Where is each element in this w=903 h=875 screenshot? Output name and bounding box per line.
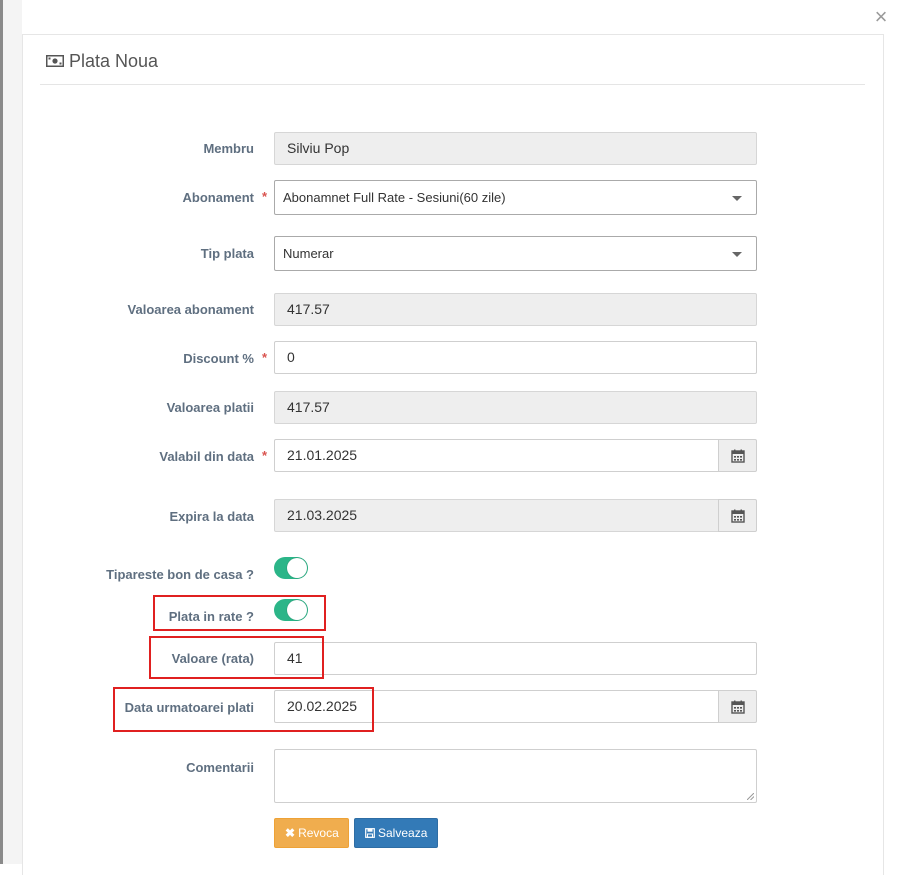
valoarea-abonament-field: 417.57	[274, 293, 757, 326]
calendar-button[interactable]	[718, 439, 757, 472]
calendar-button[interactable]	[718, 499, 757, 532]
valabil-din-label: Valabil din data	[159, 449, 254, 464]
tipareste-bon-label: Tipareste bon de casa ?	[106, 567, 254, 582]
abonament-label: Abonament	[182, 190, 255, 205]
membru-label: Membru	[203, 141, 254, 156]
chevron-down-icon	[732, 196, 742, 201]
required-mark: *	[262, 350, 268, 365]
comentarii-textarea[interactable]	[274, 749, 757, 803]
tip-plata-label: Tip plata	[200, 246, 254, 261]
toggle-knob	[287, 558, 307, 578]
discount-input[interactable]: 0	[274, 341, 757, 374]
valabil-din-input[interactable]: 21.01.2025	[274, 439, 719, 472]
tipareste-bon-toggle[interactable]	[274, 557, 308, 579]
salveaza-label: Salveaza	[378, 826, 428, 840]
valoare-rata-label: Valoare (rata)	[171, 651, 254, 666]
calendar-icon	[731, 700, 745, 714]
membru-field: Silviu Pop	[274, 132, 757, 165]
resize-handle-icon[interactable]	[747, 793, 754, 800]
abonament-select[interactable]: Abonamnet Full Rate - Sesiuni(60 zile)	[274, 180, 757, 215]
comentarii-label: Comentarii	[186, 760, 254, 775]
data-urmatoarei-plati-label: Data urmatoarei plati	[124, 700, 254, 715]
plata-in-rate-label: Plata in rate ?	[168, 609, 254, 624]
valoarea-abonament-label: Valoarea abonament	[127, 302, 254, 317]
revoca-button[interactable]: ✖ Revoca	[274, 818, 349, 848]
data-urmatoarei-plati-input[interactable]: 20.02.2025	[274, 690, 719, 723]
background-overlay	[3, 0, 22, 864]
money-icon	[46, 55, 64, 67]
salveaza-button[interactable]: Salveaza	[354, 818, 438, 848]
save-icon	[365, 828, 375, 838]
abonament-selected-value: Abonamnet Full Rate - Sesiuni(60 zile)	[283, 190, 506, 205]
valoarea-platii-label: Valoarea platii	[166, 400, 254, 415]
plata-in-rate-toggle[interactable]	[274, 599, 308, 621]
required-mark: *	[262, 189, 268, 204]
discount-label: Discount %	[183, 351, 254, 366]
valoare-rata-input[interactable]: 41	[274, 642, 757, 675]
modal-title: Plata Noua	[69, 51, 159, 71]
tip-plata-select[interactable]: Numerar	[274, 236, 757, 271]
close-icon[interactable]: ×	[870, 6, 892, 28]
calendar-icon	[731, 449, 745, 463]
valoarea-platii-field: 417.57	[274, 391, 757, 424]
required-mark: *	[262, 448, 268, 463]
close-icon: ✖	[285, 826, 296, 840]
toggle-knob	[287, 600, 307, 620]
revoca-label: Revoca	[298, 826, 339, 840]
chevron-down-icon	[732, 252, 742, 257]
header-divider	[40, 84, 865, 85]
tip-plata-selected-value: Numerar	[283, 246, 334, 261]
calendar-button[interactable]	[718, 690, 757, 723]
expira-label: Expira la data	[169, 509, 254, 524]
expira-field: 21.03.2025	[274, 499, 719, 532]
calendar-icon	[731, 509, 745, 523]
